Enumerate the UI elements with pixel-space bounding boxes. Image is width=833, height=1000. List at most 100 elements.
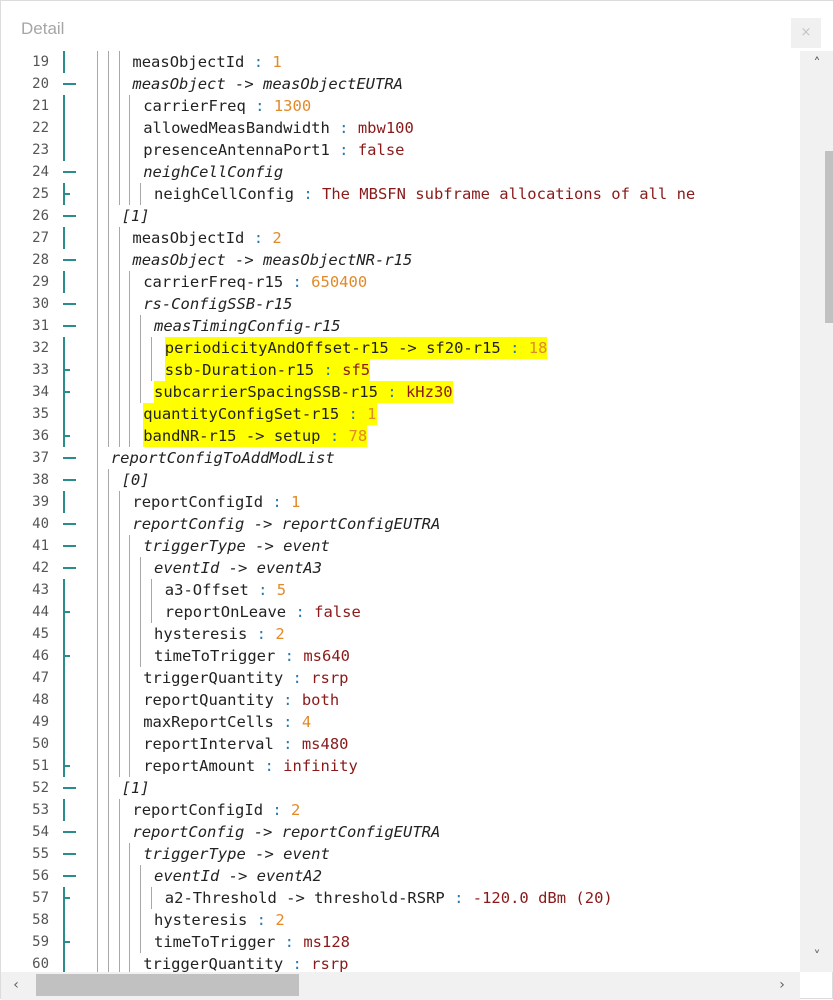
indent-guide xyxy=(129,315,131,337)
collapse-toggle-icon[interactable] xyxy=(63,469,77,491)
line-number: 60 xyxy=(32,956,49,972)
horizontal-scroll-thumb[interactable] xyxy=(36,974,299,996)
horizontal-scrollbar[interactable]: ‹ › xyxy=(1,972,800,1000)
indent-guide xyxy=(107,227,109,249)
collapse-toggle-icon[interactable] xyxy=(63,535,77,557)
indent-guide xyxy=(97,117,98,139)
code-line: 39 reportConfigId : 1 xyxy=(9,491,799,513)
field-name: neighCellConfig xyxy=(143,163,284,181)
indent-guide xyxy=(97,95,98,117)
collapse-toggle-icon[interactable] xyxy=(63,513,77,535)
separator: : xyxy=(245,97,274,115)
collapse-toggle-icon[interactable] xyxy=(63,865,77,887)
indent-guide xyxy=(107,733,109,755)
collapse-toggle-icon[interactable] xyxy=(63,777,77,799)
field-name: measObjectId xyxy=(132,229,245,247)
indent-guide xyxy=(97,909,98,931)
indent-guide xyxy=(97,579,98,601)
indent-guide xyxy=(118,623,120,645)
line-number: 40 xyxy=(32,516,49,532)
collapse-toggle-icon[interactable] xyxy=(63,447,77,469)
code-line: 58 hysteresis : 2 xyxy=(9,909,799,931)
field-value: ms480 xyxy=(301,735,349,753)
code-line: 33 ssb-Duration-r15 : sf5 xyxy=(9,359,799,381)
indent-guide xyxy=(107,799,109,821)
indent-guide xyxy=(129,755,131,777)
indent-guide xyxy=(97,447,98,469)
scroll-down-arrow-icon[interactable]: ˅ xyxy=(802,946,832,968)
code-text: eventId -> eventA3 xyxy=(154,557,322,579)
code-text: neighCellConfig : The MBSFN subframe all… xyxy=(154,183,695,205)
scroll-right-arrow-icon[interactable]: › xyxy=(771,974,793,996)
scroll-left-arrow-icon[interactable]: ‹ xyxy=(5,974,27,996)
indent-guide xyxy=(151,579,152,601)
indent-guide xyxy=(129,667,131,689)
field-name: reportQuantity xyxy=(143,691,274,709)
field-name: a3-Offset xyxy=(164,581,249,599)
tree-line-icon xyxy=(63,711,77,733)
collapse-toggle-icon[interactable] xyxy=(63,73,77,95)
vertical-scroll-thumb[interactable] xyxy=(825,151,833,323)
field-name: eventId -> eventA2 xyxy=(154,867,322,885)
code-text: reportConfig -> reportConfigEUTRA xyxy=(132,821,440,843)
code-line: 45 hysteresis : 2 xyxy=(9,623,799,645)
code-text: carrierFreq : 1300 xyxy=(143,95,311,117)
scroll-up-arrow-icon[interactable]: ˄ xyxy=(802,53,832,75)
indent-guide xyxy=(97,293,98,315)
indent-guide xyxy=(107,139,109,161)
separator: : xyxy=(320,427,349,445)
line-number: 59 xyxy=(32,934,49,950)
close-button[interactable]: × xyxy=(791,18,821,48)
collapse-toggle-icon[interactable] xyxy=(63,821,77,843)
indent-guide xyxy=(97,733,98,755)
tree-line-icon xyxy=(63,601,77,623)
line-number: 32 xyxy=(32,340,49,356)
indent-guide xyxy=(118,865,120,887)
field-name: [0] xyxy=(121,471,150,489)
indent-guide xyxy=(97,271,98,293)
collapse-toggle-icon[interactable] xyxy=(63,161,77,183)
indent-guide xyxy=(118,315,120,337)
collapse-toggle-icon[interactable] xyxy=(63,315,77,337)
indent-guide xyxy=(140,183,142,205)
collapse-toggle-icon[interactable] xyxy=(63,205,77,227)
separator: : xyxy=(275,933,304,951)
code-text: timeToTrigger : ms640 xyxy=(154,645,350,667)
indent-guide xyxy=(140,557,142,579)
code-line: 21 carrierFreq : 1300 xyxy=(9,95,799,117)
code-line: 46 timeToTrigger : ms640 xyxy=(9,645,799,667)
indent-guide xyxy=(129,601,131,623)
collapse-toggle-icon[interactable] xyxy=(63,293,77,315)
line-number: 38 xyxy=(32,472,49,488)
code-view[interactable]: 19 measObjectId : 1 20 measObject -> measOb… xyxy=(9,51,799,972)
field-name: [1] xyxy=(121,779,150,797)
code-text: rs-ConfigSSB-r15 xyxy=(143,293,292,315)
indent-guide xyxy=(118,359,120,381)
collapse-toggle-icon[interactable] xyxy=(63,249,77,271)
field-value: 4 xyxy=(301,713,312,731)
indent-guide xyxy=(118,535,120,557)
code-line: 23 presenceAntennaPort1 : false xyxy=(9,139,799,161)
separator: : xyxy=(275,647,304,665)
field-name: rs-ConfigSSB-r15 xyxy=(143,295,293,313)
code-line: 22 allowedMeasBandwidth : mbw100 xyxy=(9,117,799,139)
line-number: 49 xyxy=(32,714,49,730)
indent-guide xyxy=(107,95,109,117)
vertical-scrollbar[interactable]: ˄ ˅ xyxy=(800,51,833,972)
line-number: 23 xyxy=(32,142,49,158)
code-text: hysteresis : 2 xyxy=(154,909,285,931)
field-value: false xyxy=(357,141,405,159)
indent-guide xyxy=(107,359,109,381)
indent-guide xyxy=(97,205,98,227)
indent-guide xyxy=(129,711,131,733)
collapse-toggle-icon[interactable] xyxy=(63,557,77,579)
tree-line-icon xyxy=(63,271,77,293)
collapse-toggle-icon[interactable] xyxy=(63,843,77,865)
code-line: 19 measObjectId : 1 xyxy=(9,51,799,73)
indent-guide xyxy=(107,337,109,359)
code-line: 54 reportConfig -> reportConfigEUTRA xyxy=(9,821,799,843)
indent-guide xyxy=(118,953,120,972)
code-line: 40 reportConfig -> reportConfigEUTRA xyxy=(9,513,799,535)
separator: : xyxy=(293,185,322,203)
indent-guide xyxy=(129,425,131,447)
